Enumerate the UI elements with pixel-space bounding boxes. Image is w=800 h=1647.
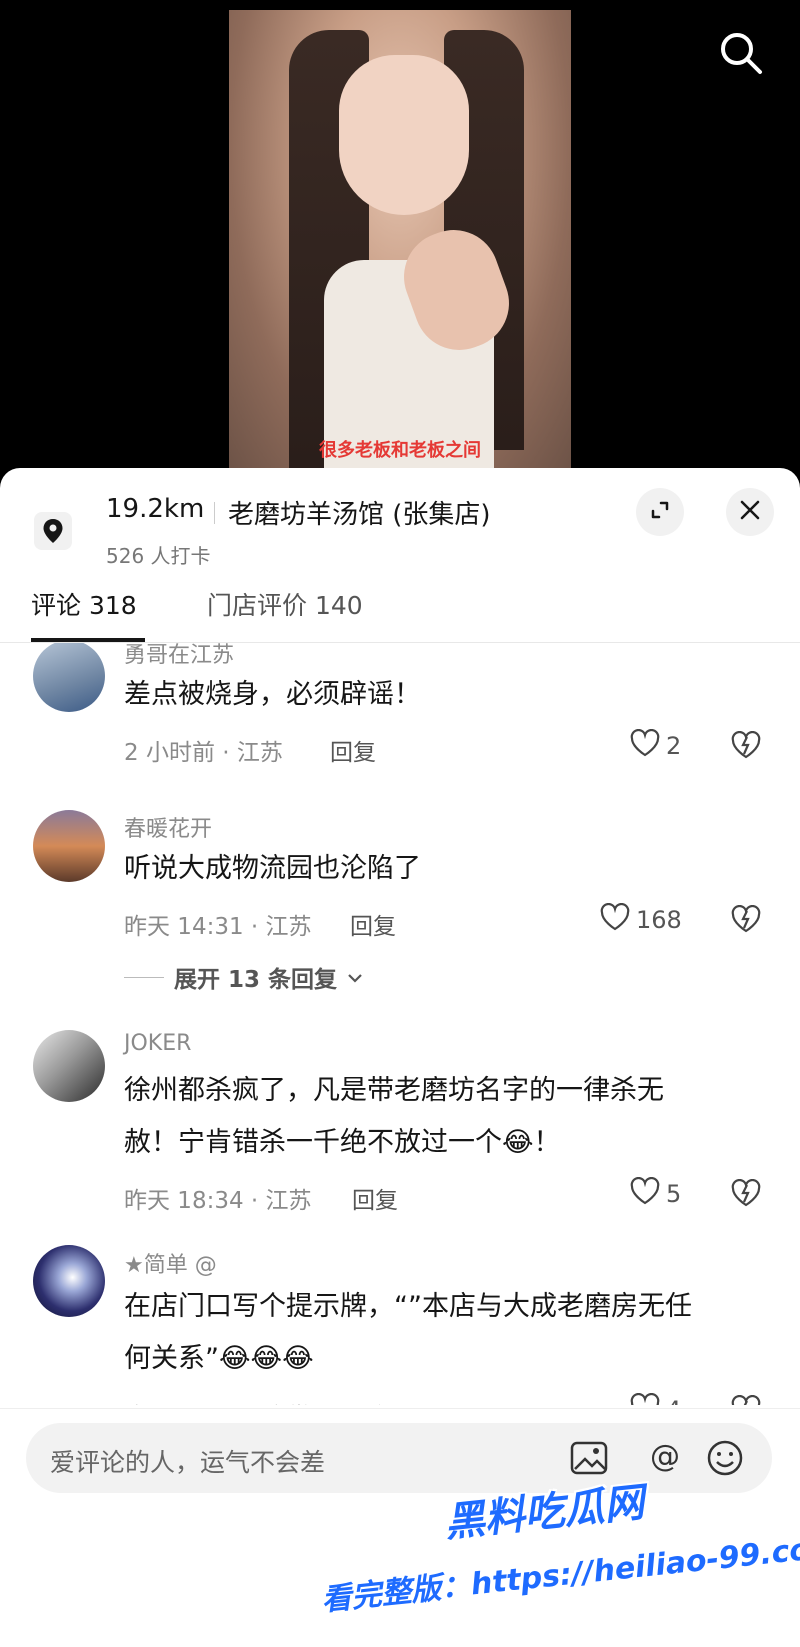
- like-count: 5: [666, 1180, 682, 1208]
- heart-icon: [600, 902, 630, 937]
- comment-input[interactable]: 爱评论的人，运气不会差 @: [26, 1423, 772, 1493]
- like-button[interactable]: 4: [630, 1392, 681, 1405]
- mention-icon[interactable]: @: [650, 1439, 680, 1474]
- like-button[interactable]: 2: [630, 728, 682, 763]
- comment-username[interactable]: 勇哥在江苏: [124, 643, 234, 669]
- store-name[interactable]: 老磨坊羊汤馆 (张集店): [228, 494, 491, 531]
- reply-button[interactable]: 回复: [352, 1181, 398, 1215]
- avatar[interactable]: [33, 1245, 105, 1317]
- comment-sheet: 19.2km 老磨坊羊汤馆 (张集店) 526 人打卡 评论 318 门店评价 …: [0, 468, 800, 1647]
- location-pin-icon: [34, 512, 72, 550]
- like-count: 168: [636, 906, 682, 934]
- comment-username[interactable]: ★简单 @: [124, 1247, 217, 1279]
- dislike-icon[interactable]: [730, 1178, 762, 1211]
- reply-button[interactable]: 回复: [330, 733, 376, 767]
- like-count: 2: [666, 732, 682, 760]
- comment-meta: 昨天 17:07 · 安徽: [124, 1397, 312, 1405]
- comment-list[interactable]: 勇哥在江苏 差点被烧身，必须辟谣！ 2 小时前 · 江苏 回复 2 春暖花开 听…: [0, 643, 800, 1405]
- search-icon[interactable]: [716, 28, 766, 78]
- comment-text: 听说大成物流园也沦陷了: [124, 853, 421, 884]
- comment-username[interactable]: 春暖花开: [124, 811, 212, 843]
- comment-text-line: 赦！宁肯错杀一千绝不放过一个😂！: [124, 1127, 561, 1158]
- comment-meta: 昨天 14:31 · 江苏: [124, 914, 312, 940]
- expand-replies-label: 展开 13 条回复: [174, 967, 338, 993]
- avatar[interactable]: [33, 1030, 105, 1102]
- store-distance: 19.2km: [106, 494, 205, 524]
- tab-store-reviews[interactable]: 门店评价 140: [207, 586, 363, 622]
- comment-text: 差点被烧身，必须辟谣！: [124, 679, 421, 710]
- video-frame: 很多老板和老板之间: [229, 10, 571, 470]
- expand-replies-button[interactable]: 展开 13 条回复: [124, 960, 363, 994]
- comment-text-line: 何关系”😂😂😂: [124, 1343, 314, 1374]
- like-button[interactable]: 5: [630, 1176, 682, 1211]
- like-button[interactable]: 168: [600, 902, 682, 937]
- dislike-icon[interactable]: [730, 904, 762, 937]
- close-icon: [739, 499, 761, 525]
- comment-meta: 昨天 18:34 · 江苏: [124, 1188, 312, 1214]
- video-player[interactable]: 很多老板和老板之间: [0, 0, 800, 470]
- video-subtitle: 很多老板和老板之间: [319, 440, 481, 461]
- avatar[interactable]: [33, 810, 105, 882]
- heart-icon: [630, 1392, 660, 1405]
- heart-icon: [630, 1176, 660, 1211]
- heart-icon: [630, 728, 660, 763]
- comment-meta: 2 小时前 · 江苏: [124, 740, 283, 766]
- avatar[interactable]: [33, 643, 105, 712]
- divider: [124, 976, 164, 978]
- divider: [214, 502, 215, 524]
- expand-icon: [648, 498, 672, 526]
- like-count: 4: [666, 1396, 681, 1405]
- comment-input-placeholder: 爱评论的人，运气不会差: [50, 1448, 326, 1477]
- emoji-icon[interactable]: [706, 1439, 744, 1481]
- reply-button[interactable]: 回复: [350, 1397, 396, 1405]
- dislike-icon[interactable]: [730, 1394, 762, 1405]
- chevron-down-icon: [347, 964, 363, 990]
- dislike-icon[interactable]: [730, 730, 762, 763]
- comment-text-line: 徐州都杀疯了，凡是带老磨坊名字的一律杀无: [124, 1075, 664, 1106]
- comment-username[interactable]: JOKER: [124, 1031, 191, 1056]
- checkin-count: 526 人打卡: [106, 544, 211, 568]
- comment-text-line: 在店门口写个提示牌，“”本店与大成老磨房无任: [124, 1291, 692, 1322]
- video-figure-face: [339, 55, 469, 215]
- close-button[interactable]: [726, 488, 774, 536]
- expand-button[interactable]: [636, 488, 684, 536]
- reply-button[interactable]: 回复: [350, 907, 396, 941]
- tab-comments[interactable]: 评论 318: [31, 586, 137, 622]
